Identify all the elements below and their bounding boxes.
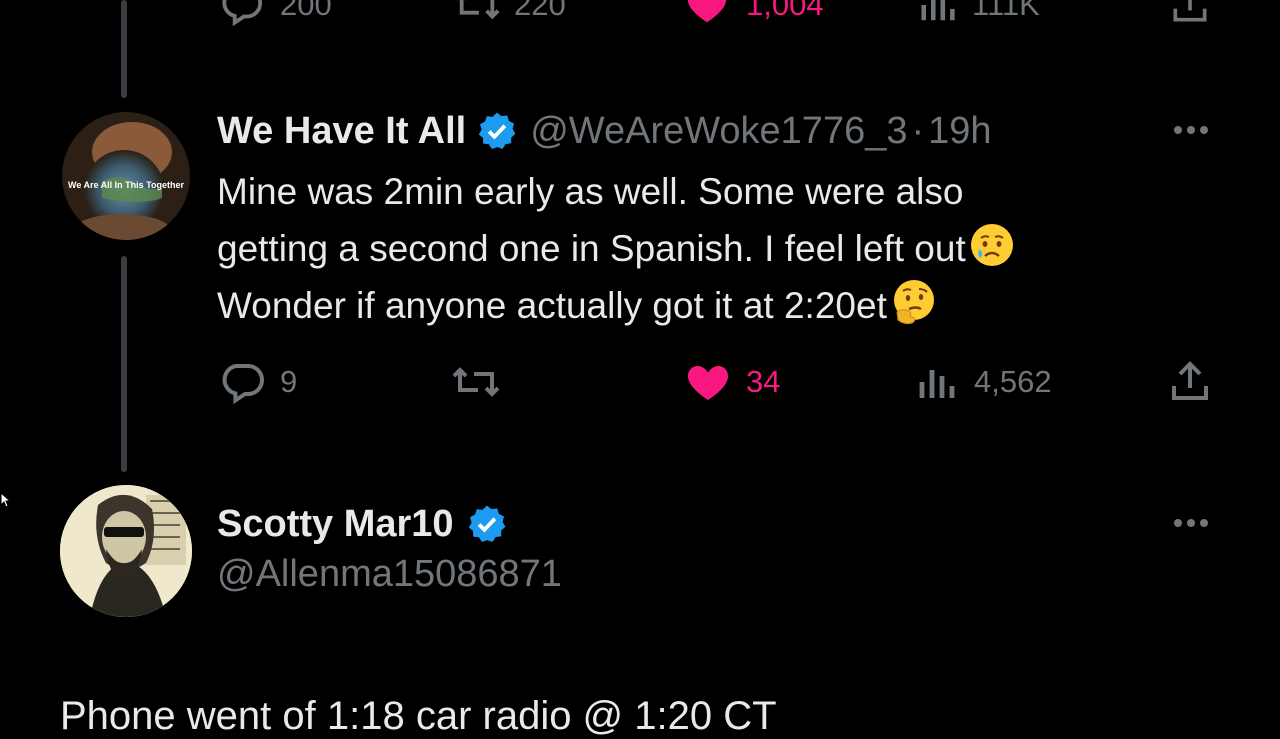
avatar-scotty-mar10[interactable] xyxy=(60,485,192,617)
views-button[interactable]: 111K xyxy=(918,0,1040,28)
reply-tweet-header: We Have It All @WeAreWoke1776_3 · 19h xyxy=(217,106,992,156)
repost-icon xyxy=(452,367,500,397)
views-icon xyxy=(919,370,955,398)
avatar-we-have-it-all[interactable] xyxy=(62,112,190,240)
repost-button[interactable] xyxy=(450,358,514,406)
reply-tweet-text: Mine was 2min early as well. Some were a… xyxy=(217,163,1207,334)
share-button[interactable] xyxy=(1168,0,1212,28)
top-tweet-action-bar: 200 220 1,004 111K xyxy=(0,0,1280,32)
like-button[interactable]: 1,004 xyxy=(684,0,824,28)
crying-face-emoji-icon xyxy=(970,224,1013,266)
more-dot xyxy=(1174,126,1182,134)
separator: · xyxy=(911,109,925,152)
more-dot xyxy=(1200,126,1208,134)
tweet-line-1: Mine was 2min early as well. Some were a… xyxy=(217,171,964,212)
reply-icon xyxy=(222,364,264,405)
handle[interactable]: @Allenma15086871 xyxy=(217,553,562,596)
display-name[interactable]: Scotty Mar10 xyxy=(217,503,454,546)
share-icon xyxy=(1173,0,1207,22)
repost-icon xyxy=(456,0,500,20)
display-name[interactable]: We Have It All xyxy=(217,110,466,153)
share-icon xyxy=(1172,361,1208,400)
thinking-face-emoji-icon xyxy=(893,280,934,325)
more-options-button[interactable] xyxy=(1174,126,1208,134)
reply-icon xyxy=(222,0,263,27)
reply-button[interactable]: 200 xyxy=(218,0,332,28)
verified-badge-icon xyxy=(479,112,516,150)
more-dot xyxy=(1187,126,1195,134)
second-tweet-text: Phone went of 1:18 car radio @ 1:20 CT xyxy=(60,694,777,738)
tweet-line-3: Wonder if anyone actually got it at 2:20… xyxy=(217,277,1207,334)
handle[interactable]: @WeAreWoke1776_3 xyxy=(530,110,907,153)
heart-filled-icon xyxy=(687,0,727,23)
more-dot xyxy=(1174,519,1182,527)
share-button[interactable] xyxy=(1166,358,1214,406)
views-count: 111K xyxy=(972,0,1040,22)
like-button[interactable]: 34 xyxy=(684,358,780,406)
like-count: 1,004 xyxy=(746,0,824,22)
timestamp[interactable]: 19h xyxy=(928,110,991,153)
mouse-cursor-icon xyxy=(0,492,10,508)
repost-count: 220 xyxy=(514,0,566,22)
heart-filled-icon xyxy=(688,366,728,400)
verified-badge-icon xyxy=(468,505,505,543)
tweet-line-2: getting a second one in Spanish. I feel … xyxy=(217,220,1207,277)
avatar-overlay-text: We Are All In This Together xyxy=(67,180,184,190)
views-count: 4,562 xyxy=(974,364,1052,399)
more-dot xyxy=(1187,519,1195,527)
reply-button[interactable]: 9 xyxy=(218,358,297,406)
more-dot xyxy=(1200,519,1208,527)
reply-count: 9 xyxy=(280,364,298,399)
thread-line-bottom xyxy=(121,256,127,472)
second-tweet-header: Scotty Mar10 xyxy=(217,499,508,549)
views-button[interactable]: 4,562 xyxy=(916,358,1052,406)
like-count: 34 xyxy=(746,364,781,399)
views-icon xyxy=(921,0,955,21)
reply-count: 200 xyxy=(280,0,332,22)
more-options-button[interactable] xyxy=(1174,519,1208,527)
repost-button[interactable]: 220 xyxy=(452,0,566,28)
